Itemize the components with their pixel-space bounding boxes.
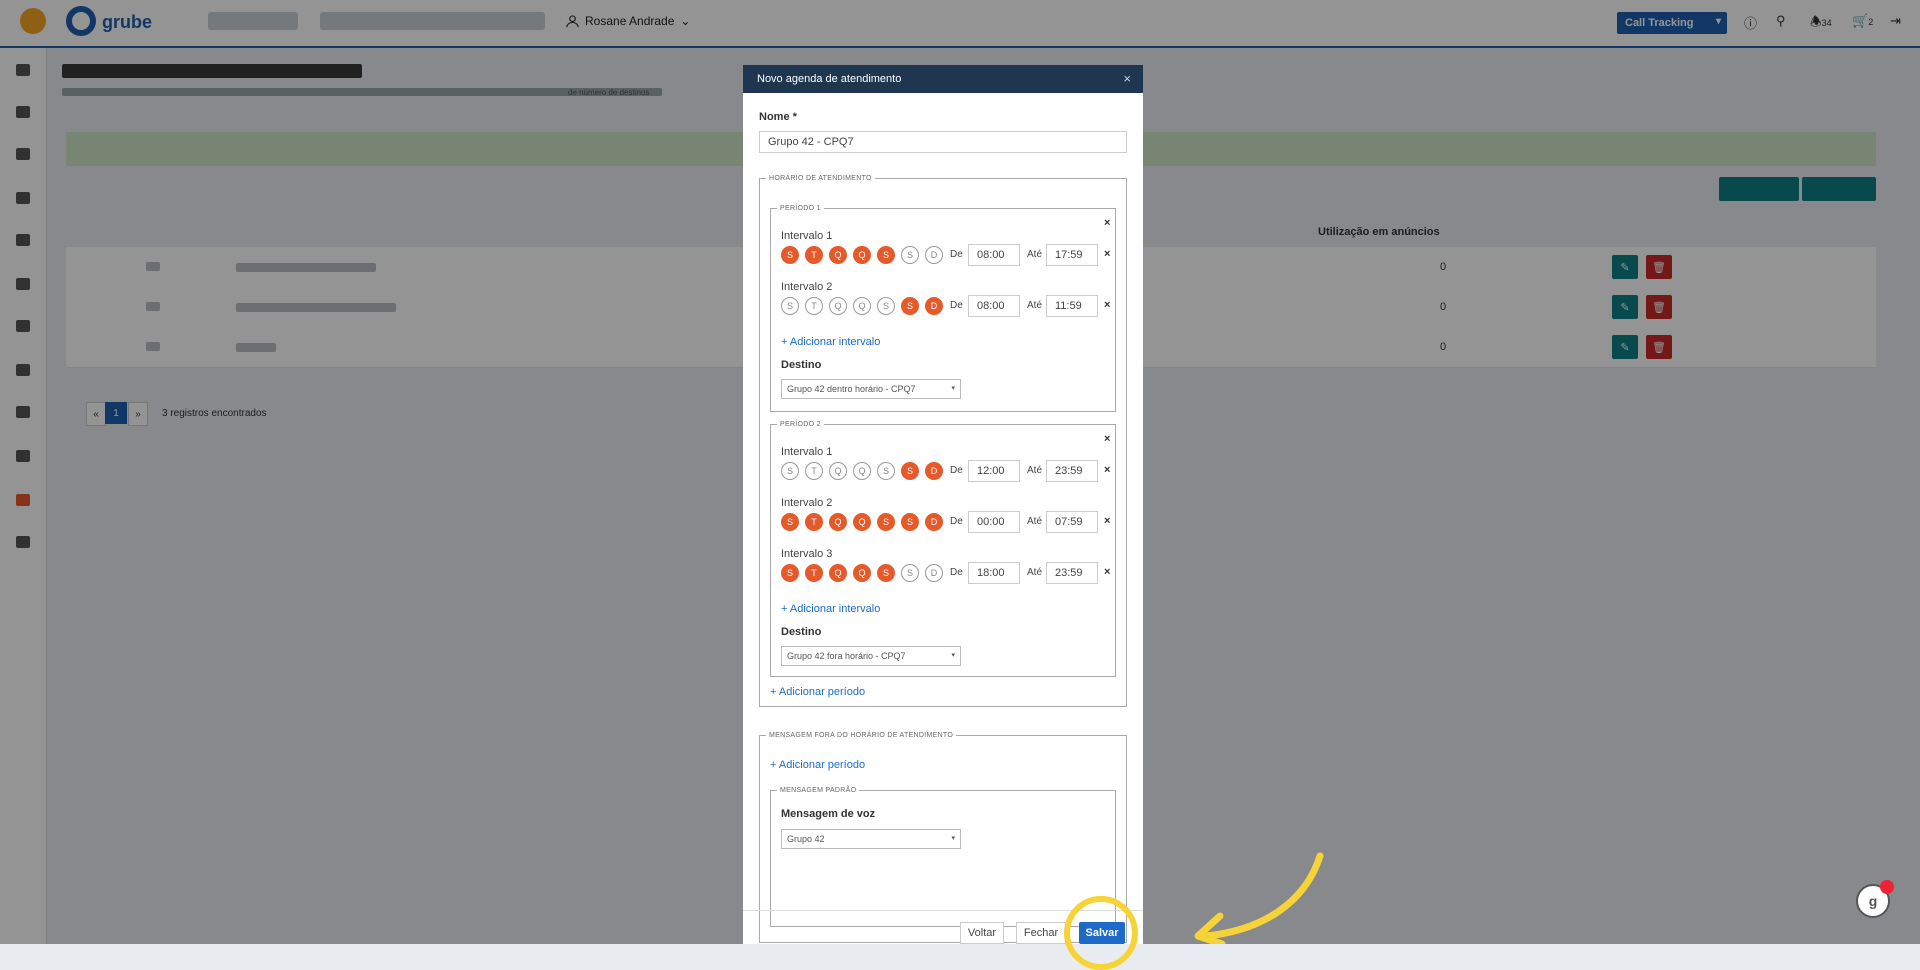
remove-interval-icon[interactable]: × (1104, 464, 1110, 476)
day-toggle[interactable]: S (877, 297, 895, 315)
day-toggle[interactable]: S (877, 246, 895, 264)
outside-add-period-link[interactable]: + Adicionar período (770, 759, 865, 771)
to-time-input[interactable]: 11:59 (1046, 295, 1098, 317)
modal-title: Novo agenda de atendimento (757, 73, 902, 85)
from-label: De (950, 567, 963, 578)
day-toggle[interactable]: Q (829, 513, 847, 531)
remove-period-2-icon[interactable]: × (1104, 433, 1110, 445)
remove-interval-icon[interactable]: × (1104, 515, 1110, 527)
back-button[interactable]: Voltar (960, 922, 1004, 944)
day-toggle[interactable]: S (781, 462, 799, 480)
name-label: Nome * (759, 111, 797, 123)
period-2-legend: Período 2 (780, 421, 821, 428)
day-toggle[interactable]: D (925, 246, 943, 264)
to-label: Até (1027, 249, 1043, 260)
to-time-input[interactable]: 23:59 (1046, 562, 1098, 584)
to-time-input[interactable]: 07:59 (1046, 511, 1098, 533)
destination-value: Grupo 42 fora horário - CPQ7 (787, 651, 906, 661)
remove-interval-icon[interactable]: × (1104, 248, 1110, 260)
schedule-modal: Novo agenda de atendimento × Nome * Grup… (743, 65, 1143, 944)
outside-hours-legend: Mensagem fora do horário de atendimento (769, 732, 954, 739)
day-toggle[interactable]: Q (853, 462, 871, 480)
destination-label: Destino (781, 359, 822, 371)
chat-badge (1880, 880, 1894, 894)
day-toggle[interactable]: Q (853, 297, 871, 315)
p1-interval-2-label: Intervalo 2 (781, 281, 833, 293)
day-toggle[interactable]: S (901, 462, 919, 480)
to-label: Até (1027, 465, 1043, 476)
destination-select[interactable]: Grupo 42 fora horário - CPQ7 ▾ (781, 646, 961, 666)
add-interval-link[interactable]: + Adicionar intervalo (781, 336, 880, 348)
day-toggle[interactable]: T (805, 513, 823, 531)
modal-header: Novo agenda de atendimento × (743, 65, 1143, 93)
day-toggle[interactable]: S (901, 513, 919, 531)
day-toggle[interactable]: Q (829, 462, 847, 480)
from-time-input[interactable]: 18:00 (968, 562, 1020, 584)
highlight-circle (1064, 896, 1138, 970)
p1-interval-1-label: Intervalo 1 (781, 230, 833, 242)
destination-value: Grupo 42 dentro horário - CPQ7 (787, 384, 916, 394)
to-time-input[interactable]: 17:59 (1046, 244, 1098, 266)
day-toggle[interactable]: T (805, 246, 823, 264)
day-toggle[interactable]: S (781, 246, 799, 264)
day-toggle[interactable]: D (925, 462, 943, 480)
to-label: Até (1027, 567, 1043, 578)
day-toggle[interactable]: T (805, 297, 823, 315)
from-label: De (950, 249, 963, 260)
to-time-input[interactable]: 23:59 (1046, 460, 1098, 482)
day-toggle[interactable]: D (925, 297, 943, 315)
from-label: De (950, 516, 963, 527)
day-toggle[interactable]: Q (829, 246, 847, 264)
caret-down-icon: ▾ (951, 385, 955, 392)
schedule-legend: Horário de atendimento (769, 175, 872, 182)
from-time-input[interactable]: 12:00 (968, 460, 1020, 482)
voice-message-select[interactable]: Grupo 42 ▾ (781, 829, 961, 849)
to-label: Até (1027, 516, 1043, 527)
add-interval-link[interactable]: + Adicionar intervalo (781, 603, 880, 615)
destination-select[interactable]: Grupo 42 dentro horário - CPQ7 ▾ (781, 379, 961, 399)
name-input[interactable]: Grupo 42 - CPQ7 (759, 131, 1127, 153)
destination-label: Destino (781, 626, 822, 638)
day-toggle[interactable]: Q (853, 564, 871, 582)
remove-interval-icon[interactable]: × (1104, 566, 1110, 578)
day-toggle[interactable]: S (901, 564, 919, 582)
day-toggle[interactable]: S (877, 564, 895, 582)
day-toggle[interactable]: S (877, 513, 895, 531)
close-button[interactable]: Fechar (1016, 922, 1066, 944)
day-toggle[interactable]: T (805, 564, 823, 582)
p2-interval-3-label: Intervalo 3 (781, 548, 833, 560)
day-toggle[interactable]: S (901, 297, 919, 315)
voice-message-value: Grupo 42 (787, 834, 825, 844)
day-toggle[interactable]: Q (853, 246, 871, 264)
day-toggle[interactable]: S (877, 462, 895, 480)
day-toggle[interactable]: S (781, 297, 799, 315)
caret-down-icon: ▾ (951, 835, 955, 842)
p2-interval-1-label: Intervalo 1 (781, 446, 833, 458)
caret-down-icon: ▾ (951, 652, 955, 659)
day-toggle[interactable]: Q (853, 513, 871, 531)
p2-interval-2-label: Intervalo 2 (781, 497, 833, 509)
close-icon[interactable]: × (1123, 71, 1131, 86)
voice-message-label: Mensagem de voz (781, 808, 876, 820)
day-toggle[interactable]: D (925, 513, 943, 531)
period-1-legend: Período 1 (780, 205, 821, 212)
to-label: Até (1027, 300, 1043, 311)
day-toggle[interactable]: T (805, 462, 823, 480)
day-toggle[interactable]: S (781, 513, 799, 531)
from-label: De (950, 465, 963, 476)
day-toggle[interactable]: D (925, 564, 943, 582)
day-toggle[interactable]: Q (829, 564, 847, 582)
from-time-input[interactable]: 08:00 (968, 244, 1020, 266)
day-toggle[interactable]: S (901, 246, 919, 264)
remove-interval-icon[interactable]: × (1104, 299, 1110, 311)
remove-period-1-icon[interactable]: × (1104, 217, 1110, 229)
from-time-input[interactable]: 00:00 (968, 511, 1020, 533)
annotation-arrow-icon (1194, 852, 1324, 944)
from-time-input[interactable]: 08:00 (968, 295, 1020, 317)
day-toggle[interactable]: S (781, 564, 799, 582)
default-message-legend: Mensagem padrão (780, 787, 857, 794)
add-period-link[interactable]: + Adicionar período (770, 686, 865, 698)
day-toggle[interactable]: Q (829, 297, 847, 315)
from-label: De (950, 300, 963, 311)
